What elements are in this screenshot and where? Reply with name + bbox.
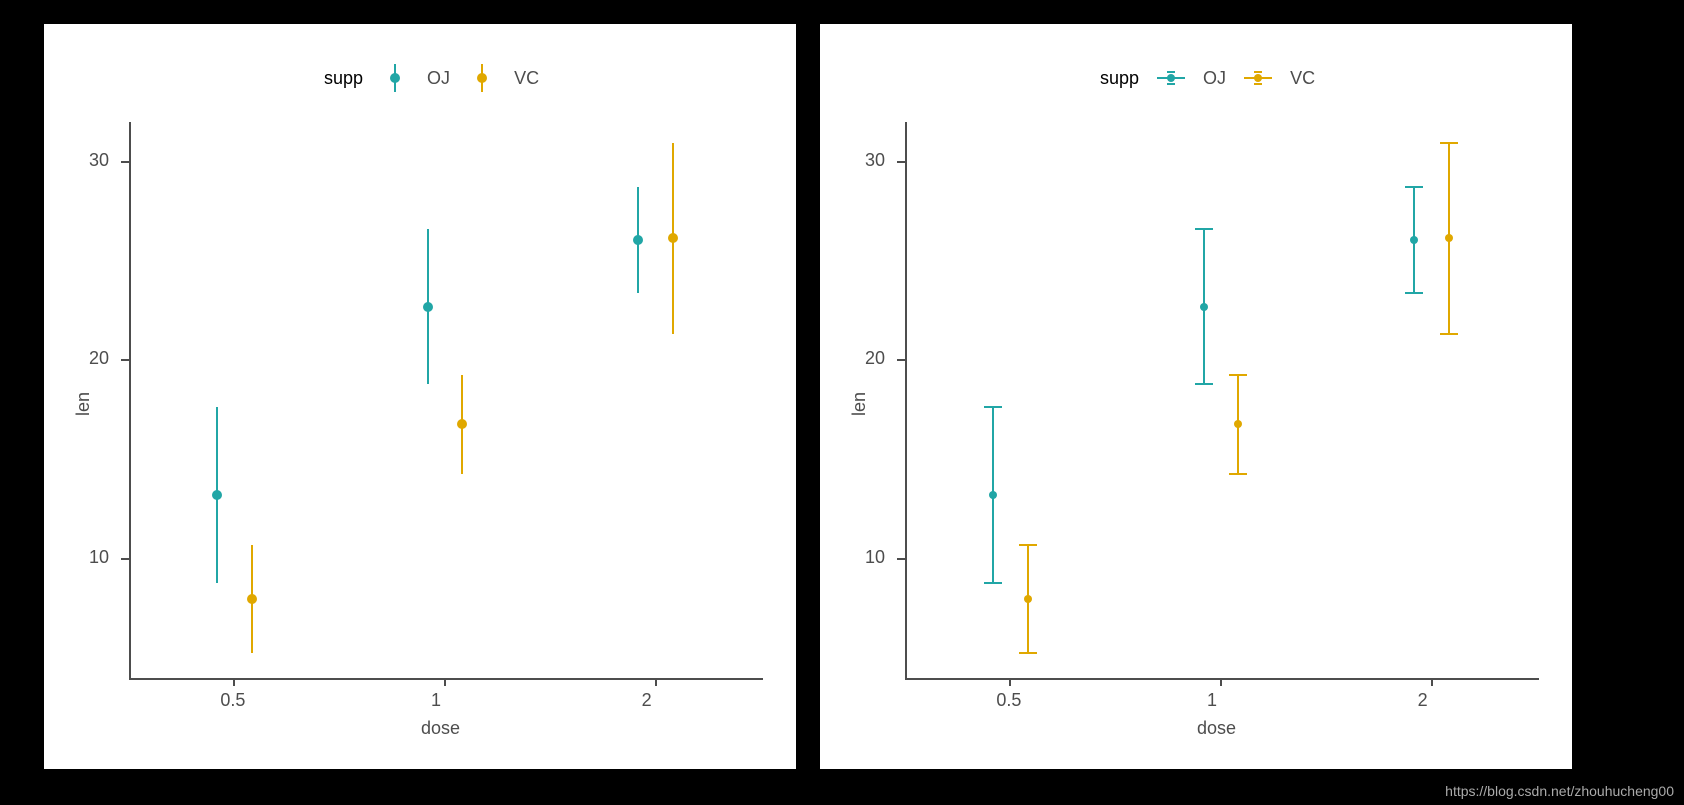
y-tick (897, 558, 905, 560)
y-axis-title: len (73, 392, 94, 416)
error-cap (1195, 228, 1213, 230)
error-cap (1405, 186, 1423, 188)
error-cap (1229, 374, 1247, 376)
watermark: https://blog.csdn.net/zhouhucheng00 (1445, 783, 1674, 799)
legend-title: supp (1100, 68, 1139, 89)
x-tick (1431, 678, 1433, 686)
data-point (989, 491, 997, 499)
legend: supp OJ VC (1100, 64, 1315, 92)
y-axis-title: len (849, 392, 870, 416)
data-point (1200, 303, 1208, 311)
error-cap (984, 582, 1002, 584)
plot-area (905, 122, 1539, 680)
y-tick (897, 359, 905, 361)
x-tick-label: 2 (642, 690, 652, 711)
x-axis-title: dose (1197, 718, 1236, 739)
x-tick (655, 678, 657, 686)
x-tick-label: 1 (1207, 690, 1217, 711)
y-tick (121, 161, 129, 163)
data-point (212, 490, 222, 500)
plot-area (129, 122, 763, 680)
legend-item-label: OJ (1203, 68, 1226, 89)
chart-panel-left: supp OJ VC len dose 10 20 30 0.5 1 2 (44, 24, 796, 769)
error-cap (1405, 292, 1423, 294)
error-cap (1440, 142, 1458, 144)
legend-item-label: VC (1290, 68, 1315, 89)
y-tick-label: 30 (89, 150, 109, 171)
data-point (247, 594, 257, 604)
legend-key-oj (1157, 64, 1185, 92)
stage: supp OJ VC len dose 10 20 30 0.5 1 2 supp OJ VC… (0, 0, 1684, 805)
x-tick (1009, 678, 1011, 686)
y-tick (897, 161, 905, 163)
x-tick-label: 2 (1418, 690, 1428, 711)
legend-title: supp (324, 68, 363, 89)
x-tick-label: 0.5 (996, 690, 1021, 711)
error-cap (1019, 544, 1037, 546)
error-cap (1440, 333, 1458, 335)
legend-item-label: OJ (427, 68, 450, 89)
error-cap (1195, 383, 1213, 385)
legend-key-vc (468, 64, 496, 92)
error-cap (984, 406, 1002, 408)
data-point (1024, 595, 1032, 603)
error-cap (1019, 652, 1037, 654)
legend-item-label: VC (514, 68, 539, 89)
y-tick-label: 30 (865, 150, 885, 171)
error-cap (1229, 473, 1247, 475)
y-tick-label: 10 (865, 547, 885, 568)
chart-panel-right: supp OJ VC len dose 10 20 30 0.5 1 2 (820, 24, 1572, 769)
y-tick-label: 20 (865, 348, 885, 369)
legend: supp OJ VC (324, 64, 539, 92)
x-tick-label: 1 (431, 690, 441, 711)
x-tick-label: 0.5 (220, 690, 245, 711)
y-tick (121, 558, 129, 560)
y-tick-label: 20 (89, 348, 109, 369)
x-tick (233, 678, 235, 686)
data-point (423, 302, 433, 312)
x-axis-title: dose (421, 718, 460, 739)
y-tick-label: 10 (89, 547, 109, 568)
legend-key-vc (1244, 64, 1272, 92)
y-tick (121, 359, 129, 361)
legend-key-oj (381, 64, 409, 92)
x-tick (444, 678, 446, 686)
x-tick (1220, 678, 1222, 686)
